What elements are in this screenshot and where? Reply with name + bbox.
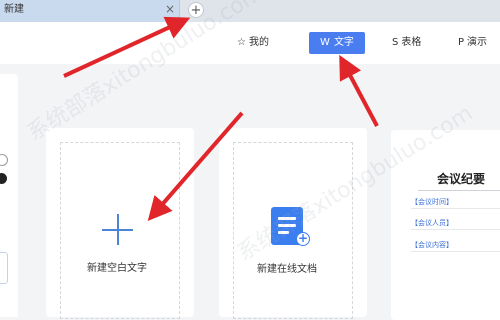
arrow-to-new-tab bbox=[63, 16, 191, 78]
arrow-to-blank-doc bbox=[147, 111, 244, 222]
arrow-to-text-tab bbox=[339, 54, 379, 127]
annotation-arrows bbox=[63, 16, 379, 222]
